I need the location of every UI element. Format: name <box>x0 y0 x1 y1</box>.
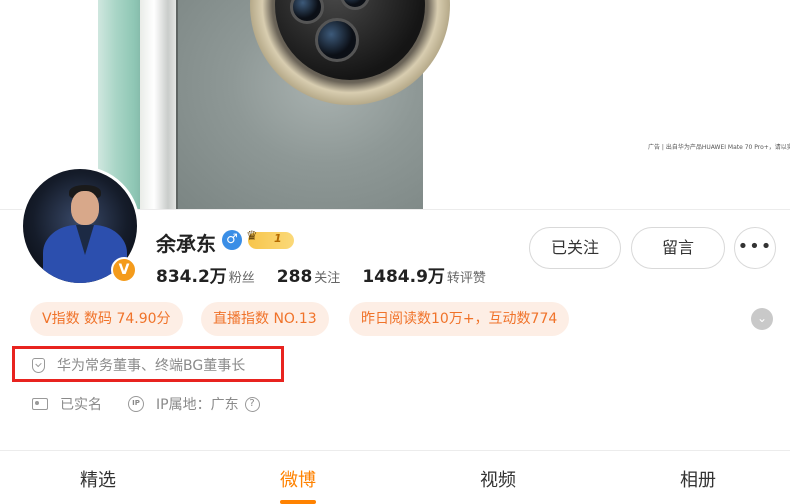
tab-album[interactable]: 相册 <box>658 466 738 492</box>
chevron-down-icon[interactable]: ⌄ <box>751 308 773 330</box>
camera-lens <box>315 18 359 62</box>
verified-row: 已实名 <box>32 394 102 414</box>
followers-count[interactable]: 834.2万 <box>156 262 227 287</box>
ad-note: 广告 | 出自华为产品HUAWEI Mate 70 Pro+，请以实物为准，请以… <box>648 144 790 151</box>
level-number: 1 <box>274 232 282 245</box>
profile-name: 余承东 <box>156 232 216 256</box>
ip-location: IP属地：广东 <box>156 397 239 413</box>
profile-stats: 834.2万 粉丝 288 关注 1484.9万 转评赞 <box>156 262 508 287</box>
more-options-button[interactable]: ••• <box>734 227 776 269</box>
tabs-divider <box>0 450 790 451</box>
interactions-count: 1484.9万 <box>362 267 445 287</box>
reading-stats-tag[interactable]: 昨日阅读数10万+，互动数774 <box>349 302 570 336</box>
tab-weibo[interactable]: 微博 <box>258 466 338 492</box>
message-button[interactable]: 留言 <box>631 227 725 269</box>
interactions-label: 转评赞 <box>446 271 486 286</box>
title-row: 华为常务董事、终端BG董事长 <box>32 355 245 375</box>
followers-label[interactable]: 粉丝 <box>229 267 255 286</box>
tab-featured[interactable]: 精选 <box>58 466 138 492</box>
v-index-tag[interactable]: V指数 数码 74.90分 <box>30 302 183 336</box>
v-badge-icon: V <box>111 257 137 283</box>
live-index-tag[interactable]: 直播指数 NO.13 <box>201 302 329 336</box>
tab-video[interactable]: 视频 <box>458 466 538 492</box>
following-count[interactable]: 288 <box>277 267 313 287</box>
id-card-icon <box>32 398 48 410</box>
followed-button[interactable]: 已关注 <box>529 227 621 269</box>
question-icon[interactable]: ? <box>244 396 260 412</box>
ip-icon: IP <box>128 396 144 412</box>
following-label[interactable]: 关注 <box>314 267 340 286</box>
phone-image-frame <box>140 0 180 210</box>
avatar-figure <box>71 191 99 225</box>
male-icon: ♂ <box>222 230 242 250</box>
active-tab-indicator <box>280 500 316 504</box>
shield-icon <box>32 357 45 373</box>
verified-label: 已实名 <box>60 397 102 413</box>
crown-level-icon: ♛ <box>246 229 258 244</box>
profile-title: 华为常务董事、终端BG董事长 <box>57 358 246 374</box>
cover-banner: 广告 | 出自华为产品HUAWEI Mate 70 Pro+，请以实物为准，请以… <box>0 0 790 210</box>
ip-row: IP IP属地：广东 ? <box>128 394 260 414</box>
